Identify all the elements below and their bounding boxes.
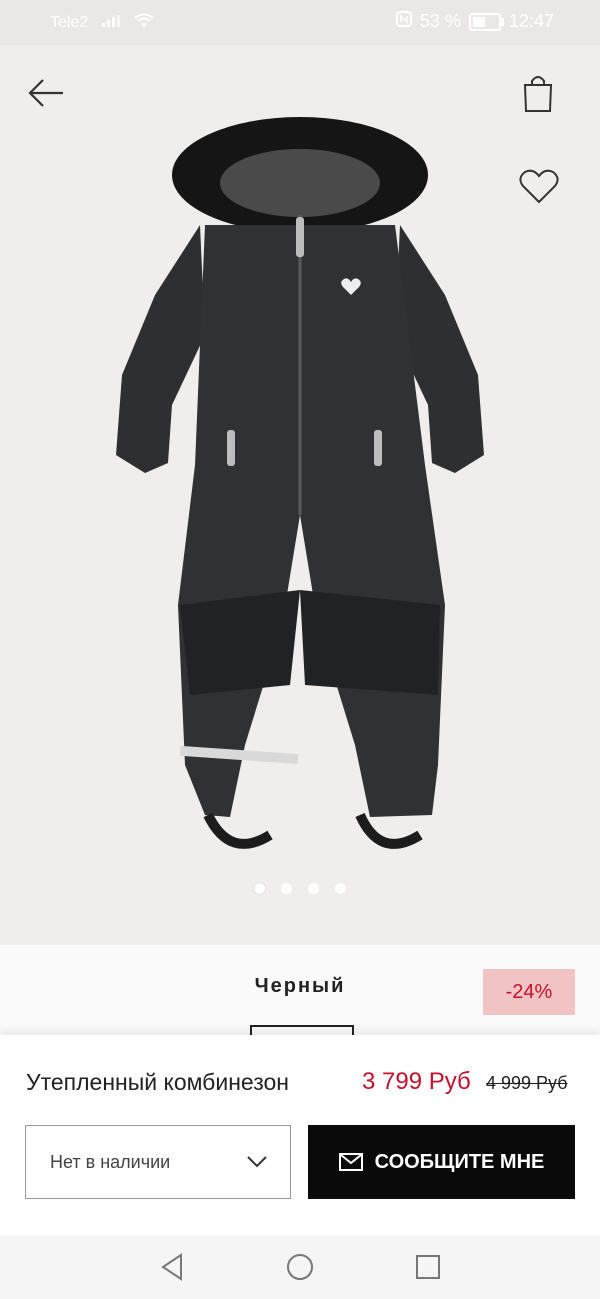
square-recents-icon [416,1255,440,1279]
battery-percent: 53 % [419,11,461,31]
nfc-icon [395,11,412,32]
mail-icon [338,1153,363,1171]
old-price: 4 999 Руб [486,1073,568,1093]
nav-home-button[interactable] [280,1249,320,1285]
signal-icon [102,14,121,32]
page-dot[interactable] [335,883,346,894]
sale-price: 3 799 Руб [362,1068,471,1095]
page-dot[interactable] [308,883,319,894]
product-gallery[interactable] [0,45,600,945]
triangle-back-icon [161,1253,182,1281]
nav-recents-button[interactable] [408,1249,448,1285]
product-image [116,117,484,849]
size-select-value: Нет в наличии [50,1151,171,1172]
notify-me-button[interactable]: СООБЩИТЕ МНЕ [308,1125,575,1199]
clock: 12:47 [508,11,554,31]
wifi-icon [134,13,154,32]
carrier-label: Tele2 [50,13,89,31]
size-select[interactable]: Нет в наличии [25,1125,291,1199]
chevron-down-icon [247,1156,267,1168]
notify-me-label: СООБЩИТЕ МНЕ [374,1150,545,1173]
nav-back-button[interactable] [152,1249,192,1285]
image-pagination [0,883,600,894]
page-dot[interactable] [254,883,265,894]
discount-badge: -24% [483,969,575,1015]
page-dot[interactable] [281,883,292,894]
circle-home-icon [287,1254,313,1280]
battery-icon [468,12,504,31]
status-bar: Tele2 53 % 12:47 [0,0,600,45]
system-nav-bar [0,1235,600,1299]
purchase-panel: Утепленный комбинезон 3 799 Руб 4 999 Ру… [0,1035,600,1235]
product-name: Утепленный комбинезон [26,1069,289,1095]
color-section: Черный -24% [0,945,600,1037]
